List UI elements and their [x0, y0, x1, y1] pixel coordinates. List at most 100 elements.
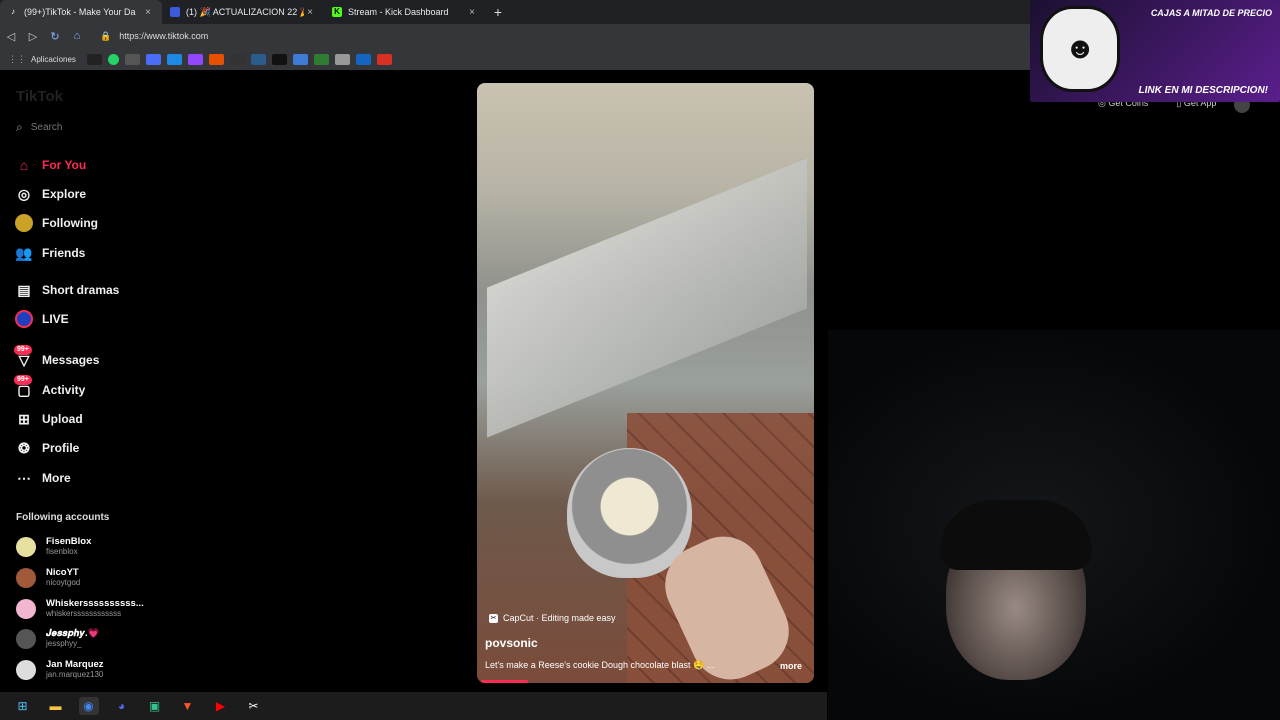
capcut-taskbar-icon[interactable]: ✂: [244, 697, 264, 715]
home-icon: ⌂: [19, 157, 29, 173]
sidebar-item-following[interactable]: Following: [14, 213, 98, 233]
close-icon[interactable]: ×: [142, 7, 154, 18]
brave-icon[interactable]: ▼: [178, 697, 198, 715]
bookmark-icon[interactable]: [250, 53, 266, 65]
apps-grid-icon: ⋮⋮: [8, 53, 26, 64]
tab-roblox[interactable]: (1) 🎉 ACTUALIZACION 22 🎉 - ×: [162, 0, 324, 24]
following-account[interactable]: Jan Marquez jan.marquez130: [16, 659, 104, 680]
sidebar-item-friends[interactable]: 👥 Friends: [14, 243, 85, 263]
sidebar-item-label: More: [42, 471, 71, 485]
capcut-icon: ✂: [489, 613, 498, 623]
following-account[interactable]: Whiskerssssssssss... whiskerssssssssssss: [16, 598, 144, 619]
bookmark-icon[interactable]: [271, 53, 287, 65]
sidebar-item-short-dramas[interactable]: ▤ Short dramas: [14, 280, 119, 300]
video-author[interactable]: povsonic: [485, 636, 538, 650]
home-browser-icon[interactable]: ⌂: [66, 30, 88, 42]
bookmark-icon[interactable]: [86, 53, 102, 65]
tab-title: (99+)TikTok - Make Your Da: [24, 7, 136, 17]
discord-icon[interactable]: ◕: [112, 697, 132, 715]
sidebar-item-upload[interactable]: ⊞ Upload: [14, 409, 83, 429]
sidebar-item-messages[interactable]: ▽ 99+ Messages: [14, 345, 99, 370]
capcut-label: CapCut · Editing made easy: [503, 613, 616, 623]
following-account[interactable]: NicoYT nicoytgod: [16, 567, 80, 588]
account-name: Whiskerssssssssss...: [46, 598, 144, 609]
avatar: [16, 598, 36, 619]
sidebar-item-label: Explore: [42, 187, 87, 201]
twitch-icon[interactable]: [187, 53, 203, 65]
tab-title: Stream - Kick Dashboard: [348, 7, 449, 17]
sidebar-item-label: For You: [42, 158, 87, 172]
tiktok-icon: ♪: [11, 7, 15, 16]
avatar: [16, 536, 36, 557]
video-player[interactable]: ✂ CapCut · Editing made easy povsonic Le…: [477, 83, 814, 683]
bookmark-icon[interactable]: [313, 53, 329, 65]
back-icon[interactable]: ◁: [0, 30, 22, 43]
tab-tiktok[interactable]: ♪ (99+)TikTok - Make Your Da ×: [0, 0, 162, 24]
sidebar-item-live[interactable]: LIVE: [14, 309, 69, 329]
file-explorer-icon[interactable]: ▬: [46, 697, 66, 715]
sidebar-item-for-you[interactable]: ⌂ For You: [14, 155, 86, 175]
mascot-image: ☻: [1040, 6, 1120, 92]
overlay-bottom-text: LINK EN MI DESCRIPCION!: [1138, 85, 1268, 96]
account-name: Jan Marquez: [46, 659, 104, 670]
sidebar-item-label: Upload: [42, 412, 83, 426]
sidebar-item-more[interactable]: ⋯ More: [14, 468, 71, 488]
friends-icon: 👥: [15, 244, 33, 261]
url-field[interactable]: 🔒 https://www.tiktok.com: [100, 31, 208, 42]
capcut-anchor[interactable]: ✂ CapCut · Editing made easy: [489, 613, 616, 623]
account-handle: jan.marquez130: [46, 670, 104, 679]
following-account[interactable]: FisenBlox fisenblox: [16, 536, 91, 557]
caption-more-button[interactable]: more: [780, 661, 802, 671]
avatar: [16, 567, 36, 588]
more-icon: ⋯: [17, 469, 31, 486]
tab-kick[interactable]: K Stream - Kick Dashboard ×: [324, 0, 486, 24]
bookmark-icon[interactable]: [145, 53, 161, 65]
film-icon: ▤: [17, 281, 31, 298]
bookmark-icon[interactable]: [292, 53, 308, 65]
avatar: [16, 659, 36, 680]
activity-badge: 99+: [14, 375, 32, 385]
gmail-icon[interactable]: [376, 53, 392, 65]
close-icon[interactable]: ×: [304, 7, 316, 18]
kick-icon: K: [332, 7, 342, 17]
activity-icon: ▢ 99+: [14, 375, 34, 400]
following-accounts-title: Following accounts: [16, 512, 110, 523]
new-tab-button[interactable]: +: [486, 4, 510, 20]
following-account[interactable]: 𝑱𝒆𝒔𝒔𝒑𝒉𝒚.💗 jessphyy_: [16, 628, 99, 649]
forward-icon[interactable]: ▷: [22, 30, 44, 43]
messages-icon: ▽ 99+: [14, 345, 34, 370]
close-icon[interactable]: ×: [466, 7, 478, 18]
whatsapp-icon[interactable]: [107, 53, 119, 65]
account-name: FisenBlox: [46, 536, 92, 547]
bookmark-icon[interactable]: [229, 53, 245, 65]
bookmark-icon[interactable]: [334, 53, 350, 65]
reload-icon[interactable]: ↻: [44, 30, 66, 43]
sidebar-item-profile[interactable]: ❂ Profile: [14, 438, 79, 458]
sidebar-item-activity[interactable]: ▢ 99+ Activity: [14, 375, 85, 400]
apps-label: Aplicaciones: [31, 54, 76, 64]
sidebar-item-explore[interactable]: ◎ Explore: [14, 184, 86, 204]
search-icon: ⌕: [16, 120, 23, 134]
video-progress-bar[interactable]: [481, 680, 529, 683]
bookmark-icon[interactable]: [166, 53, 182, 65]
document-icon[interactable]: [124, 53, 140, 65]
apps-bookmark[interactable]: ⋮⋮ Aplicaciones: [8, 54, 76, 65]
bookmark-icon[interactable]: [208, 53, 224, 65]
windows-start-icon[interactable]: ⊞: [13, 697, 33, 715]
url-text: https://www.tiktok.com: [119, 31, 209, 41]
account-handle: whiskerssssssssssss: [46, 609, 122, 618]
tiktok-logo[interactable]: TikTok: [16, 88, 63, 105]
search-input[interactable]: ⌕ Search: [16, 120, 62, 135]
app-icon[interactable]: ▣: [145, 697, 165, 715]
profile-icon: ❂: [18, 439, 30, 456]
account-handle: fisenblox: [46, 547, 78, 556]
youtube-icon[interactable]: ▶: [211, 697, 231, 715]
lock-icon: 🔒: [100, 30, 112, 41]
bookmark-icon[interactable]: [355, 53, 371, 65]
chrome-icon[interactable]: ◉: [78, 697, 99, 715]
tiktok-sidebar: TikTok ⌕ Search ⌂ For You ◎ Explore Foll…: [0, 80, 200, 690]
roblox-icon: [170, 7, 180, 17]
account-name: NicoYT: [46, 567, 79, 578]
account-handle: jessphyy_: [46, 639, 82, 648]
sidebar-item-label: Short dramas: [42, 283, 120, 297]
